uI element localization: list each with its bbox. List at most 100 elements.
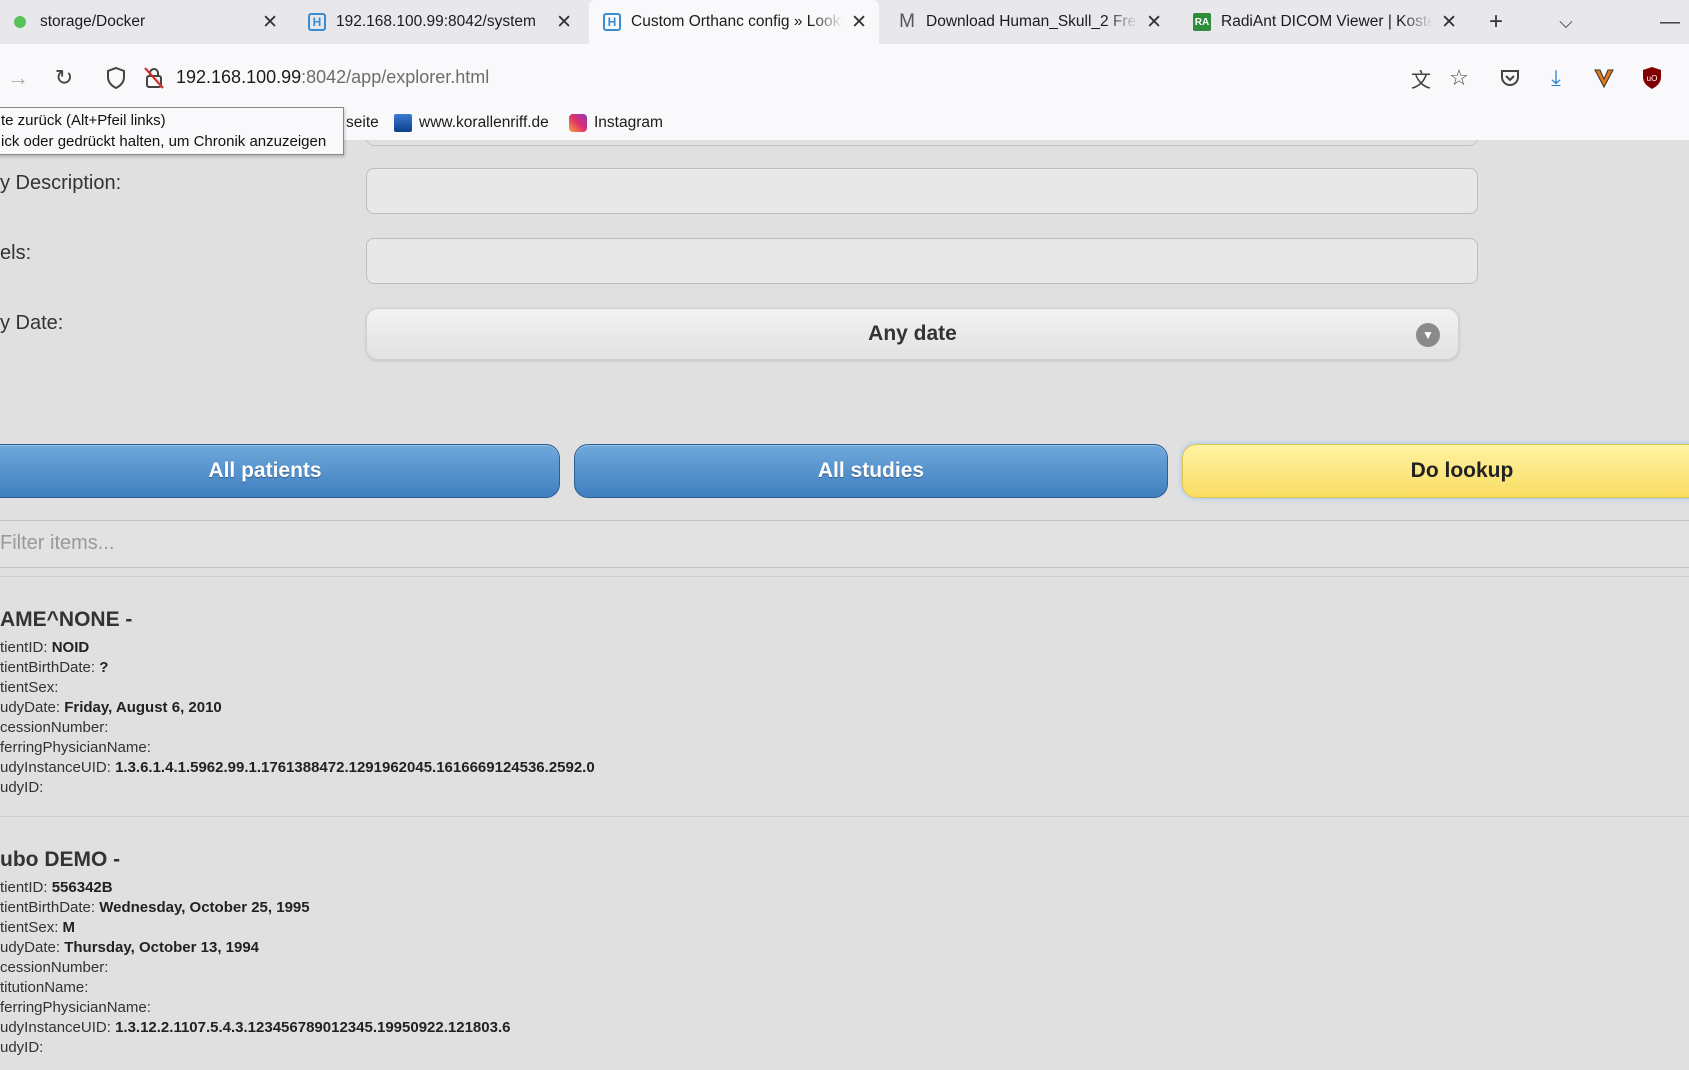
extension-v-icon (1594, 69, 1614, 89)
field-value: 1.3.6.1.4.1.5962.99.1.1761388472.1291962… (115, 759, 595, 776)
korallenriff-icon (394, 114, 412, 132)
field-value: 556342B (51, 879, 113, 896)
field-row: tientBirthDate: ? (0, 658, 1689, 678)
tab-radiant[interactable]: RA RadiAnt DICOM Viewer | Kosten ✕ (1179, 0, 1469, 44)
reload-button[interactable]: ↻ (46, 44, 82, 112)
field-row: ferringPhysicianName: (0, 738, 1689, 758)
orthanc-lookup-page: y Description: els: y Date: Any date ▼ A… (0, 140, 1689, 1070)
translate-icon: 文 (1411, 69, 1431, 92)
field-row: cessionNumber: (0, 958, 1689, 978)
all-studies-label: All studies (817, 459, 925, 482)
field-key: tientBirthDate: (0, 659, 96, 676)
tab-title: RadiAnt DICOM Viewer | Kosten (1221, 13, 1434, 30)
field-value: M (62, 919, 76, 936)
field-row: tientSex: M (0, 918, 1689, 938)
close-icon[interactable]: ✕ (556, 13, 572, 32)
radiant-icon: RA (1193, 13, 1211, 31)
extension-button[interactable] (1586, 44, 1622, 112)
translate-button[interactable]: 文 (1403, 44, 1439, 112)
new-tab-button[interactable]: + (1478, 0, 1514, 44)
field-value: Friday, August 6, 2010 (64, 699, 222, 716)
labels-label: els: (0, 242, 32, 264)
bookmark-label: seite (346, 114, 379, 131)
labels-input[interactable] (366, 238, 1478, 284)
field-key: cessionNumber: (0, 959, 109, 976)
do-lookup-button[interactable]: Do lookup (1182, 444, 1689, 498)
field-key: ferringPhysicianName: (0, 999, 151, 1016)
field-value: Thursday, October 13, 1994 (64, 939, 260, 956)
orthanc-icon: H (308, 13, 326, 31)
tab-orthanc-system[interactable]: H 192.168.100.99:8042/system ✕ (294, 0, 584, 44)
plus-icon: + (1488, 8, 1503, 35)
tab-storage-docker[interactable]: storage/Docker ✕ (0, 0, 290, 44)
tab-title: Download Human_Skull_2 Free (926, 13, 1139, 30)
bookmark-korallenriff[interactable]: www.korallenriff.de (394, 114, 549, 132)
all-patients-button[interactable]: All patients (0, 444, 560, 498)
bookmark-label: Instagram (594, 114, 663, 131)
field-row: titutionName: (0, 978, 1689, 998)
tab-human-skull[interactable]: M Download Human_Skull_2 Free ✕ (884, 0, 1174, 44)
field-key: udyID: (0, 1039, 44, 1056)
list-separator (0, 576, 1689, 577)
ublock-button[interactable]: uO (1634, 44, 1670, 112)
study-date-select[interactable]: Any date ▼ (366, 308, 1459, 360)
bookmark-star-button[interactable]: ☆ (1441, 44, 1477, 112)
field-key: titutionName: (0, 979, 89, 996)
study-description-input[interactable] (366, 168, 1478, 214)
download-icon: ⤓ (1551, 65, 1561, 90)
field-value: 1.3.12.2.1107.5.4.3.123456789012345.1995… (115, 1019, 511, 1036)
tooltip-line: ick oder gedrückt halten, um Chronik anz… (1, 133, 327, 150)
field-value: NOID (51, 639, 90, 656)
svg-text:uO: uO (1647, 74, 1658, 83)
field-row: tientBirthDate: Wednesday, October 25, 1… (0, 898, 1689, 918)
bookmark-label: www.korallenriff.de (419, 114, 549, 131)
list-tabs-button[interactable]: ⌵ (1548, 0, 1584, 44)
do-lookup-label: Do lookup (1410, 459, 1514, 482)
list-item[interactable]: ubo DEMO - tientID: 556342B tientBirthDa… (0, 848, 1689, 1058)
insecure-connection-button[interactable] (136, 44, 172, 112)
tooltip-line: te zurück (Alt+Pfeil links) (1, 112, 166, 129)
patient-name: AME^NONE - (0, 608, 133, 631)
chevron-down-icon: ▼ (1416, 323, 1440, 347)
minimize-icon: — (1660, 10, 1680, 33)
tab-title: storage/Docker (40, 13, 146, 30)
bookmark-instagram[interactable]: Instagram (569, 114, 663, 132)
chevron-down-icon: ⌵ (1559, 11, 1573, 32)
field-row: udyID: (0, 1038, 1689, 1058)
pocket-icon (1501, 70, 1519, 86)
field-key: udyDate: (0, 699, 61, 716)
close-icon[interactable]: ✕ (262, 13, 278, 32)
field-row: udyDate: Friday, August 6, 2010 (0, 698, 1689, 718)
field-key: tientBirthDate: (0, 899, 96, 916)
field-row: udyInstanceUID: 1.3.12.2.1107.5.4.3.1234… (0, 1018, 1689, 1038)
navigation-bar: → ↻ 192.168.100.99:8042/app/explorer.htm… (0, 44, 1689, 112)
field-key: udyID: (0, 779, 44, 796)
field-key: tientSex: (0, 679, 59, 696)
study-date-value: Any date (868, 322, 957, 345)
field-row: udyID: (0, 778, 1689, 798)
close-icon[interactable]: ✕ (1146, 13, 1162, 32)
all-patients-label: All patients (208, 459, 322, 482)
tracking-protection-button[interactable] (98, 44, 134, 112)
reload-icon: ↻ (54, 65, 74, 90)
tab-custom-orthanc-config[interactable]: H Custom Orthanc config » Looku ✕ (589, 0, 879, 44)
field-value: Wednesday, October 25, 1995 (99, 899, 310, 916)
filter-items-input[interactable] (0, 521, 1600, 565)
ublock-icon: uO (1643, 67, 1661, 89)
close-icon[interactable]: ✕ (851, 13, 867, 32)
pocket-button[interactable] (1492, 44, 1528, 112)
downloads-button[interactable]: ⤓ (1538, 44, 1574, 112)
address-bar[interactable]: 192.168.100.99:8042/app/explorer.html (176, 67, 489, 88)
field-key: cessionNumber: (0, 719, 109, 736)
back-button[interactable]: → (0, 44, 36, 112)
field-row: tientID: NOID (0, 638, 1689, 658)
close-icon[interactable]: ✕ (1441, 13, 1457, 32)
window-minimize-button[interactable]: — (1652, 0, 1688, 44)
list-item[interactable]: AME^NONE - tientID: NOID tientBirthDate:… (0, 608, 1689, 798)
star-icon: ☆ (1449, 65, 1469, 90)
all-studies-button[interactable]: All studies (574, 444, 1168, 498)
previous-input-edge (366, 140, 1478, 146)
field-value: ? (99, 659, 109, 676)
field-row: udyDate: Thursday, October 13, 1994 (0, 938, 1689, 958)
bookmark-seite[interactable]: seite (346, 114, 379, 132)
